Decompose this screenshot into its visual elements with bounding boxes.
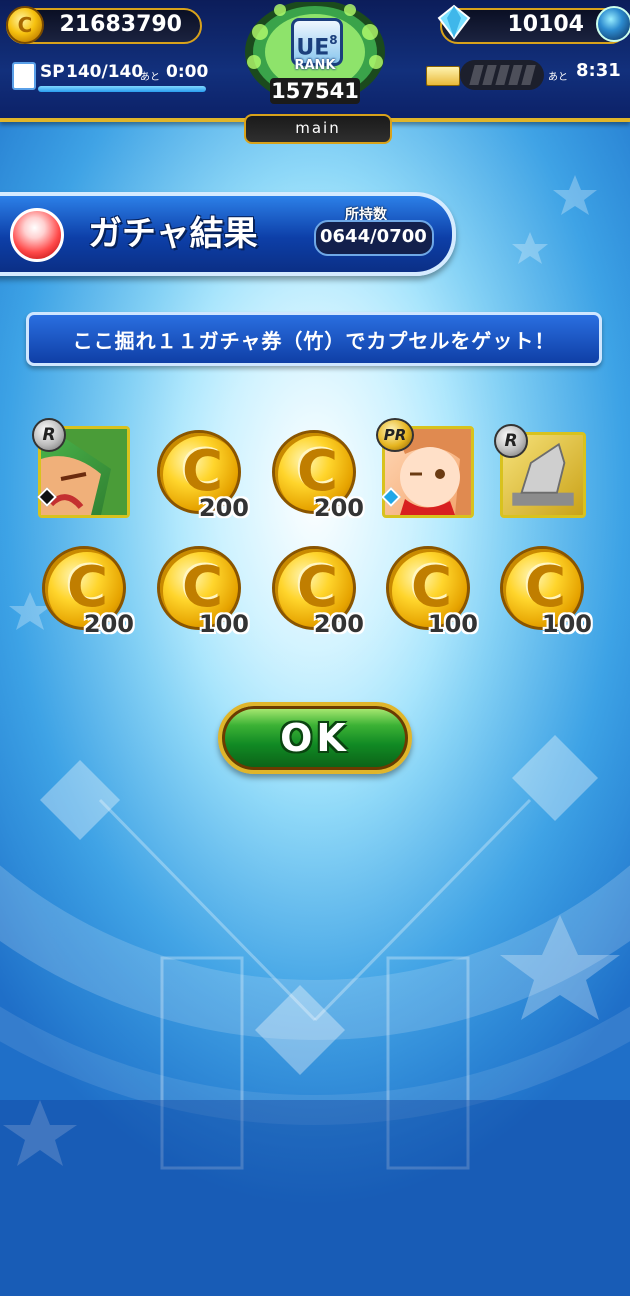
stamina-segment	[481, 65, 497, 85]
rarity-badge: R	[32, 418, 66, 452]
stamina-after-label: あと	[548, 72, 568, 83]
coin-amount: 100	[427, 610, 478, 638]
rank-grade-letter: UE	[296, 35, 330, 61]
gem-value: 10104	[507, 12, 584, 37]
reward-item-2[interactable]: C 200	[153, 426, 249, 522]
reward-item-5[interactable]: R	[494, 424, 586, 518]
reward-item-3[interactable]: C 200	[268, 426, 364, 522]
stamina-segment	[507, 65, 523, 85]
coin-amount: 200	[83, 610, 134, 638]
reward-item-1[interactable]: R	[32, 418, 130, 518]
sp-progress-bar	[38, 86, 206, 92]
reward-item-6[interactable]: C 200	[38, 542, 134, 638]
coin-amount: 200	[313, 494, 364, 522]
reward-item-9[interactable]: C 100	[382, 542, 478, 638]
rarity-badge: R	[494, 424, 528, 458]
stamina-segment	[494, 65, 510, 85]
rank-tag: main	[244, 114, 392, 144]
coin-amount: 200	[313, 610, 364, 638]
sp-progress-fill	[38, 86, 206, 92]
coin-amount: 200	[198, 494, 249, 522]
coin-amount: 100	[541, 610, 592, 638]
sp-recovery-time: 0:00	[166, 62, 209, 82]
rarity-badge: PR	[376, 418, 414, 452]
owned-count-value: 0644/0700	[320, 226, 427, 247]
reward-item-7[interactable]: C 100	[153, 542, 249, 638]
ticket-icon[interactable]	[426, 66, 460, 86]
coin-amount: 100	[198, 610, 249, 638]
gem-balance[interactable]: 10104	[437, 4, 630, 44]
sp-value: 140/140	[66, 62, 144, 82]
stamina-segment	[520, 65, 536, 85]
sp-label: SP	[40, 62, 65, 82]
page-title: ガチャ結果	[88, 214, 258, 254]
stamina-recovery-time: 8:31	[576, 60, 621, 81]
top-status-bar: C 21683790 10104 SP 140/140 あと 0:00 UE8 …	[0, 0, 630, 122]
stamina-gauge	[460, 60, 544, 90]
coin-balance[interactable]: C 21683790	[6, 6, 202, 44]
sp-after-label: あと	[140, 72, 160, 83]
rank-label: RANK	[294, 58, 336, 73]
sp-card-icon	[12, 62, 36, 90]
reward-item-4[interactable]: PR	[376, 418, 474, 518]
rank-grade-sub: 8	[329, 33, 338, 47]
result-message: ここ掘れ１１ガチャ券（竹）でカプセルをゲット！	[26, 312, 602, 366]
diamond-icon	[437, 4, 471, 40]
coin-value: 21683790	[59, 12, 182, 37]
rank-number: 157541	[270, 78, 360, 104]
stamina-segment	[468, 65, 484, 85]
coin-icon: C	[6, 6, 44, 44]
add-gem-orb-icon[interactable]	[596, 6, 630, 42]
gacha-capsule-icon	[10, 208, 64, 262]
reward-item-8[interactable]: C 200	[268, 542, 364, 638]
ok-button[interactable]: OK	[218, 702, 412, 774]
reward-item-10[interactable]: C 100	[496, 542, 592, 638]
